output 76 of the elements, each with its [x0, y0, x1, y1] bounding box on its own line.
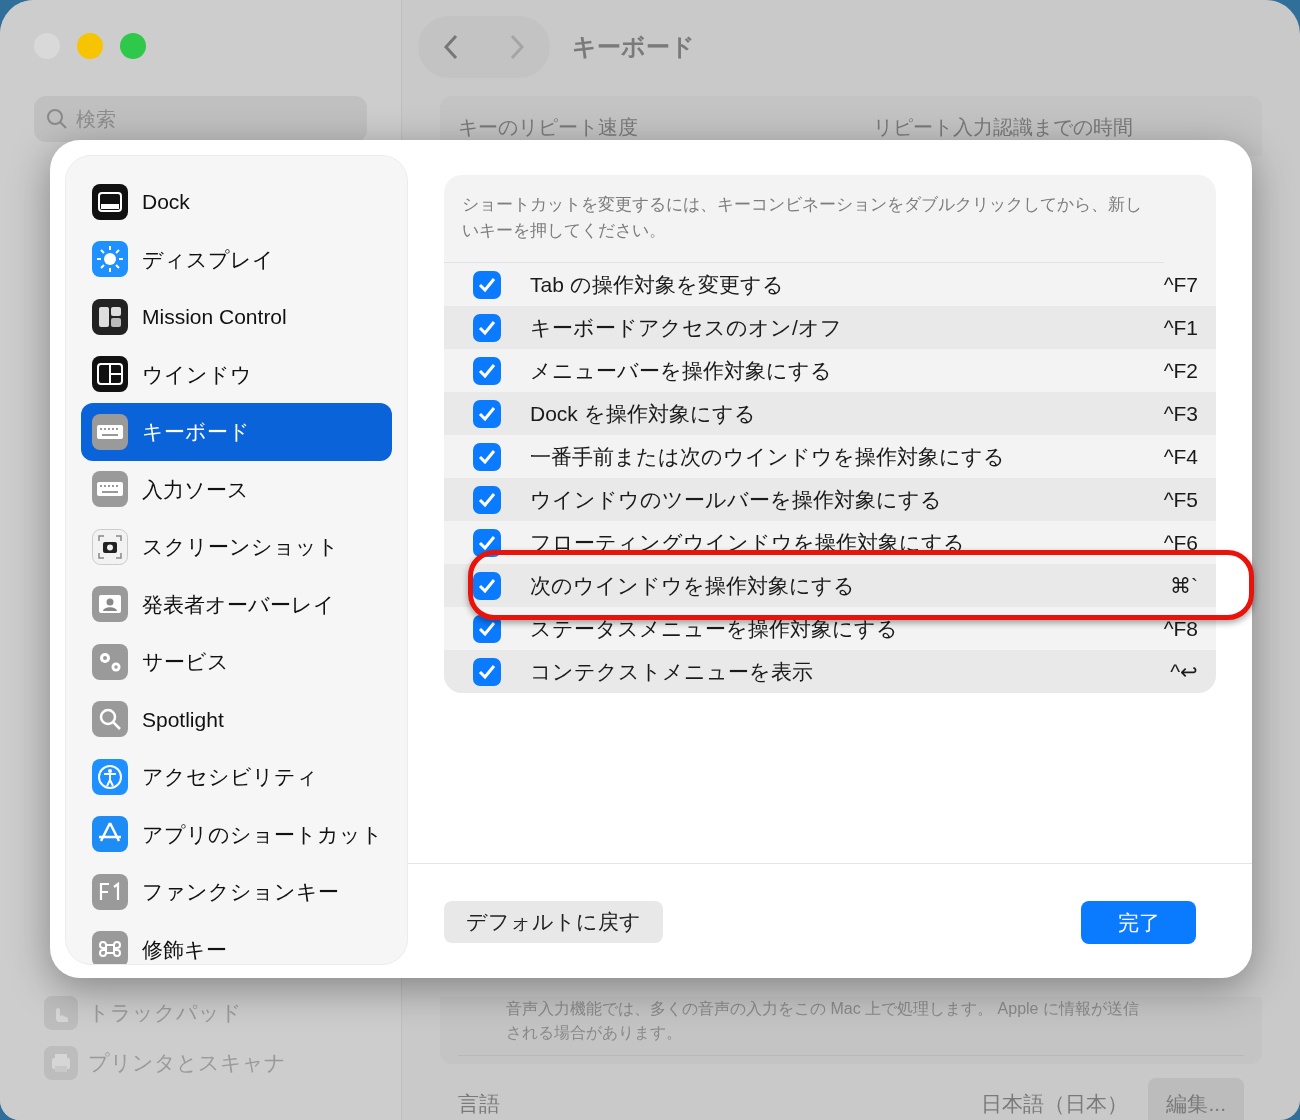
checkmark-icon	[478, 319, 496, 336]
sidebar-item[interactable]: Spotlight	[81, 690, 392, 748]
accessibility-icon	[92, 758, 128, 795]
done-button[interactable]: 完了	[1081, 901, 1196, 944]
sidebar-item[interactable]: 修飾キー	[81, 920, 392, 964]
shortcut-row[interactable]: コンテクストメニューを表示 ^↩	[444, 650, 1216, 693]
sidebar-item[interactable]: ディスプレイ	[81, 230, 392, 288]
sidebar-item[interactable]: アプリのショートカット	[81, 805, 392, 863]
shortcut-row[interactable]: ウインドウのツールバーを操作対象にする ^F5	[444, 478, 1216, 521]
sidebar-item[interactable]: アクセシビリティ	[81, 748, 392, 806]
key-combination[interactable]: ^F5	[1163, 483, 1198, 516]
key-combination[interactable]: ^↩	[1170, 655, 1198, 688]
search-icon	[46, 108, 68, 130]
setting-label: リピート入力認識までの時間	[873, 116, 1133, 138]
sidebar-item[interactable]: Dock	[81, 173, 392, 231]
window-icon	[92, 356, 128, 393]
search-icon	[92, 701, 128, 738]
key-combination[interactable]: ^F3	[1163, 397, 1198, 430]
checkbox[interactable]	[473, 485, 501, 514]
shortcut-label: Tab の操作対象を変更する	[530, 271, 785, 298]
checkmark-icon	[478, 620, 496, 637]
key-combination[interactable]: ^F8	[1163, 612, 1198, 645]
printer-icon	[44, 1046, 78, 1080]
shortcut-row[interactable]: キーボードアクセスのオン/オフ ^F1	[444, 306, 1216, 349]
setting-label: 言語	[458, 1091, 500, 1117]
sidebar-item[interactable]: 入力ソース	[81, 460, 392, 518]
setting-label: キーのリピート速度	[458, 116, 639, 138]
checkbox[interactable]	[473, 657, 501, 686]
sidebar-item[interactable]: ウインドウ	[81, 345, 392, 403]
checkmark-icon	[478, 491, 496, 508]
key-combination[interactable]: ⌘`	[1170, 569, 1198, 602]
restore-defaults-button[interactable]: デフォルトに戻す	[444, 901, 663, 943]
sidebar-item[interactable]: キーボード	[81, 403, 392, 461]
key-combination[interactable]: ^F1	[1163, 311, 1198, 344]
key-combination[interactable]: ^F4	[1163, 440, 1198, 473]
checkbox[interactable]	[473, 356, 501, 385]
mission-control-icon	[92, 298, 128, 335]
setting-value: 日本語（日本）	[981, 1091, 1129, 1117]
shortcut-row[interactable]: Dock を操作対象にする ^F3	[444, 392, 1216, 435]
checkmark-icon	[478, 577, 496, 594]
checkmark-icon	[478, 362, 496, 379]
shortcut-label: キーボードアクセスのオン/オフ	[530, 314, 843, 341]
checkmark-icon	[478, 663, 496, 680]
window-title: キーボード	[572, 32, 695, 62]
checkbox[interactable]	[473, 313, 501, 342]
shortcut-label: 次のウインドウを操作対象にする	[530, 572, 856, 599]
checkbox[interactable]	[473, 399, 501, 428]
function-key-icon	[92, 873, 128, 910]
sidebar-item[interactable]: スクリーンショット	[81, 518, 392, 576]
checkbox[interactable]	[473, 442, 501, 471]
checkmark-icon	[478, 534, 496, 551]
checkmark-icon	[478, 405, 496, 422]
sidebar-item[interactable]: ファンクションキー	[81, 863, 392, 921]
key-combination[interactable]: ^F2	[1163, 354, 1198, 387]
sidebar-item[interactable]: サービス	[81, 633, 392, 691]
checkmark-icon	[478, 276, 496, 293]
shortcut-label: Dock を操作対象にする	[530, 400, 757, 427]
shortcut-label: ステータスメニューを操作対象にする	[530, 615, 899, 642]
shortcut-label: コンテクストメニューを表示	[530, 658, 814, 685]
sidebar-item[interactable]: Mission Control	[81, 288, 392, 346]
keyboard-icon	[92, 471, 128, 508]
key-combination[interactable]: ^F6	[1163, 526, 1198, 559]
checkbox[interactable]	[473, 571, 501, 600]
camera-icon	[92, 528, 128, 565]
checkbox[interactable]	[473, 270, 501, 299]
shortcut-label: ウインドウのツールバーを操作対象にする	[530, 486, 943, 513]
checkmark-icon	[478, 448, 496, 465]
key-combination[interactable]: ^F7	[1163, 268, 1198, 301]
shortcut-label: メニューバーを操作対象にする	[530, 357, 833, 384]
keyboard-icon	[92, 413, 128, 450]
sidebar-item[interactable]: 発表者オーバーレイ	[81, 575, 392, 633]
sun-icon	[92, 241, 128, 278]
person-icon	[92, 586, 128, 623]
app-store-icon	[92, 816, 128, 853]
shortcut-label: 一番手前または次のウインドウを操作対象にする	[530, 443, 1006, 470]
dock-icon	[92, 183, 128, 220]
